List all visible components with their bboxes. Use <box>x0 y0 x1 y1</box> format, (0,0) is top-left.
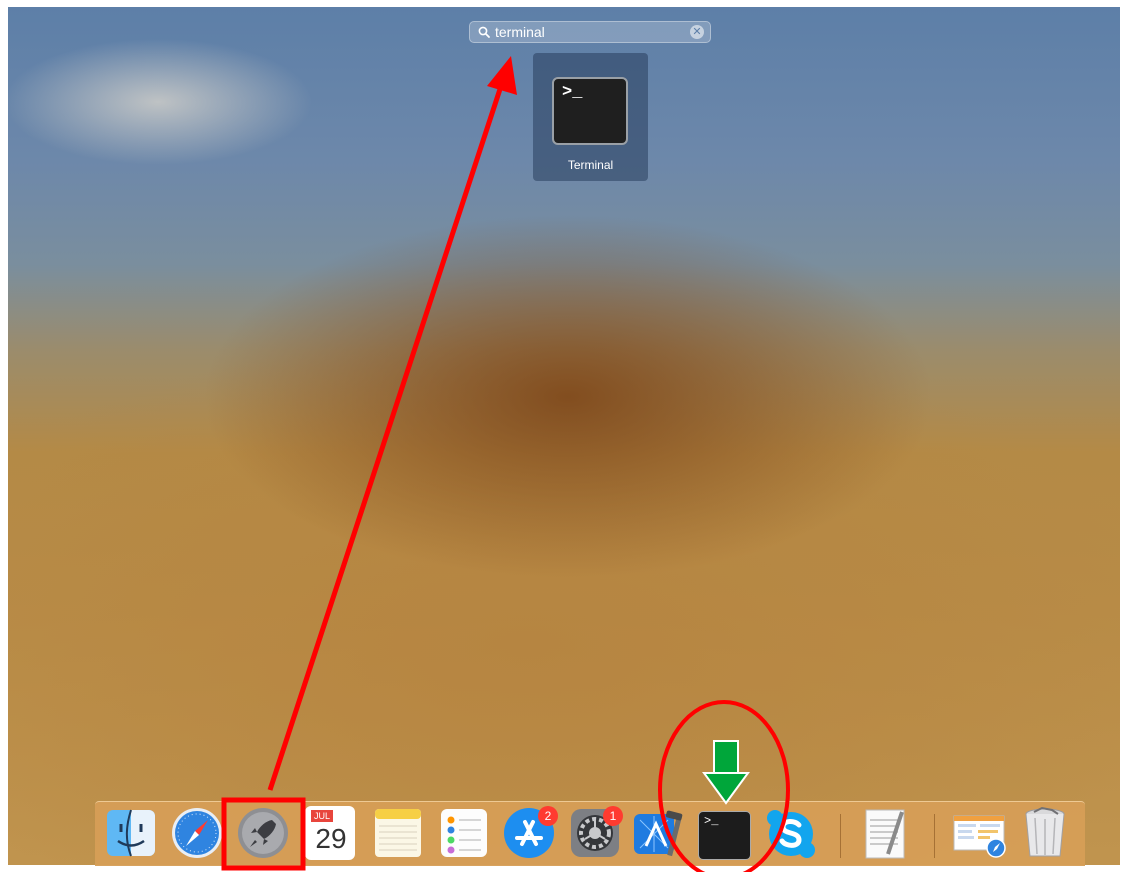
red-arrow-line <box>267 79 506 791</box>
launchpad-highlight-box <box>221 797 306 871</box>
annotation-overlay <box>221 56 790 872</box>
red-arrow-head <box>487 56 517 95</box>
green-down-arrow <box>702 740 750 805</box>
